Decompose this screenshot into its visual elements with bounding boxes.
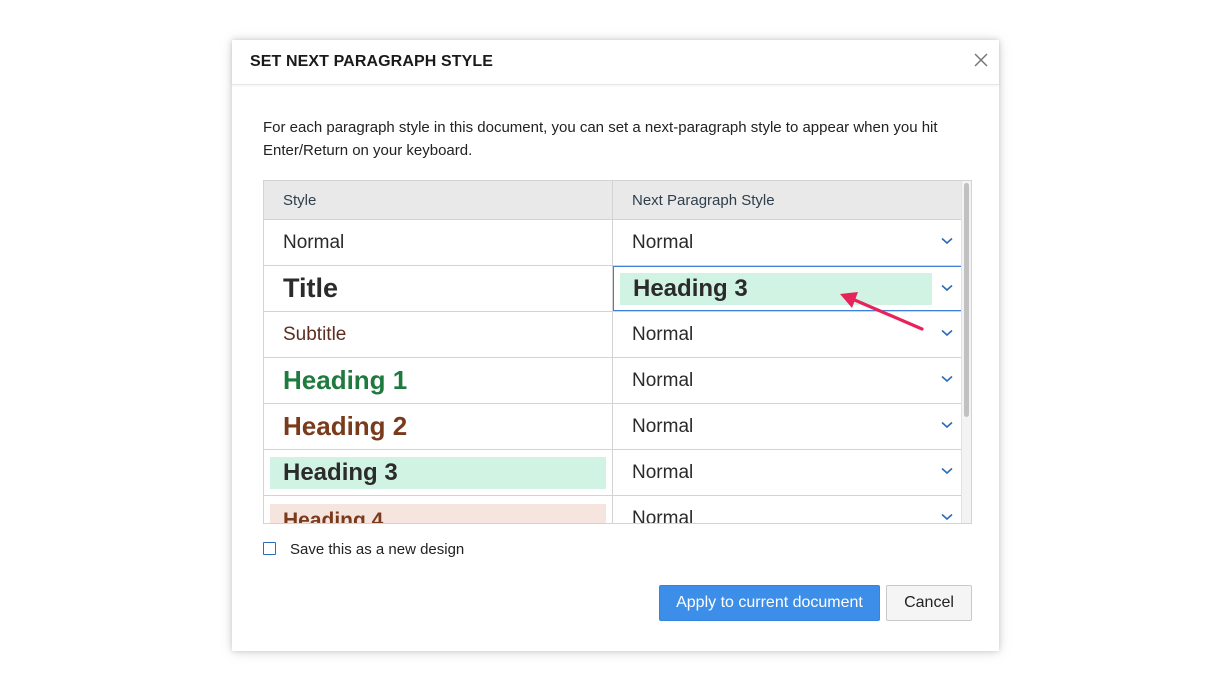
- next-style-value: Heading 3: [633, 275, 748, 302]
- table-scrollbar[interactable]: [961, 181, 971, 523]
- next-style-dropdown[interactable]: Normal: [613, 312, 962, 357]
- chevron-down-icon: [941, 467, 953, 475]
- chevron-down-icon: [941, 284, 953, 292]
- chevron-down-icon: [941, 421, 953, 429]
- style-cell: Heading 1: [264, 358, 612, 403]
- next-style-value: Normal: [632, 232, 694, 253]
- table-row: Normal Normal: [264, 220, 962, 266]
- style-cell: Heading 2: [264, 404, 612, 449]
- next-style-dropdown[interactable]: Normal: [613, 404, 962, 449]
- cancel-button[interactable]: Cancel: [886, 585, 972, 621]
- style-name: Subtitle: [283, 324, 347, 345]
- chevron-down-icon: [941, 513, 953, 521]
- next-style-dropdown-active[interactable]: Heading 3: [613, 266, 962, 311]
- style-cell: Normal: [264, 220, 612, 265]
- next-style-value: Normal: [632, 324, 694, 345]
- style-cell: Heading 4: [264, 496, 612, 524]
- column-divider: [612, 181, 613, 523]
- table-row: Heading 3 Normal: [264, 450, 962, 496]
- style-cell: Title: [264, 266, 612, 311]
- style-name: Normal: [283, 232, 345, 253]
- next-style-value: Normal: [632, 370, 694, 391]
- column-header-next-style: Next Paragraph Style: [632, 192, 775, 209]
- next-style-value: Normal: [632, 416, 694, 437]
- table-row: Heading 4 Normal: [264, 496, 962, 524]
- next-style-dropdown[interactable]: Normal: [613, 220, 962, 265]
- style-name: Heading 1: [283, 365, 408, 395]
- dialog-description: For each paragraph style in this documen…: [263, 119, 938, 159]
- style-name: Title: [283, 273, 339, 303]
- style-name: Heading 2: [283, 411, 408, 441]
- scrollbar-thumb[interactable]: [964, 183, 969, 417]
- style-name: Heading 4: [283, 509, 384, 524]
- apply-button[interactable]: Apply to current document: [659, 585, 880, 621]
- chevron-down-icon: [941, 329, 953, 337]
- save-design-label[interactable]: Save this as a new design: [290, 540, 464, 559]
- next-style-dropdown[interactable]: Normal: [613, 358, 962, 403]
- style-name: Heading 3: [283, 459, 398, 486]
- table-row: Heading 1 Normal: [264, 358, 962, 404]
- save-design-checkbox[interactable]: [263, 542, 276, 555]
- style-cell: Heading 3: [264, 450, 612, 495]
- dialog-header: SET NEXT PARAGRAPH STYLE: [232, 40, 999, 85]
- style-table: Style Next Paragraph Style Normal Normal…: [263, 180, 972, 524]
- column-header-style: Style: [283, 192, 317, 209]
- close-icon[interactable]: [973, 52, 989, 68]
- next-style-dropdown[interactable]: Normal: [613, 496, 962, 524]
- dialog-title: SET NEXT PARAGRAPH STYLE: [250, 53, 494, 70]
- table-row: Heading 2 Normal: [264, 404, 962, 450]
- next-style-value: Normal: [632, 462, 694, 483]
- table-row: Title Heading 3: [264, 266, 962, 312]
- table-row: Subtitle Normal: [264, 312, 962, 358]
- table-header: Style Next Paragraph Style: [264, 181, 962, 220]
- next-style-dropdown[interactable]: Normal: [613, 450, 962, 495]
- chevron-down-icon: [941, 237, 953, 245]
- chevron-down-icon: [941, 375, 953, 383]
- style-cell: Subtitle: [264, 312, 612, 357]
- next-style-value: Normal: [632, 508, 694, 524]
- next-paragraph-style-dialog: SET NEXT PARAGRAPH STYLE For each paragr…: [232, 40, 999, 651]
